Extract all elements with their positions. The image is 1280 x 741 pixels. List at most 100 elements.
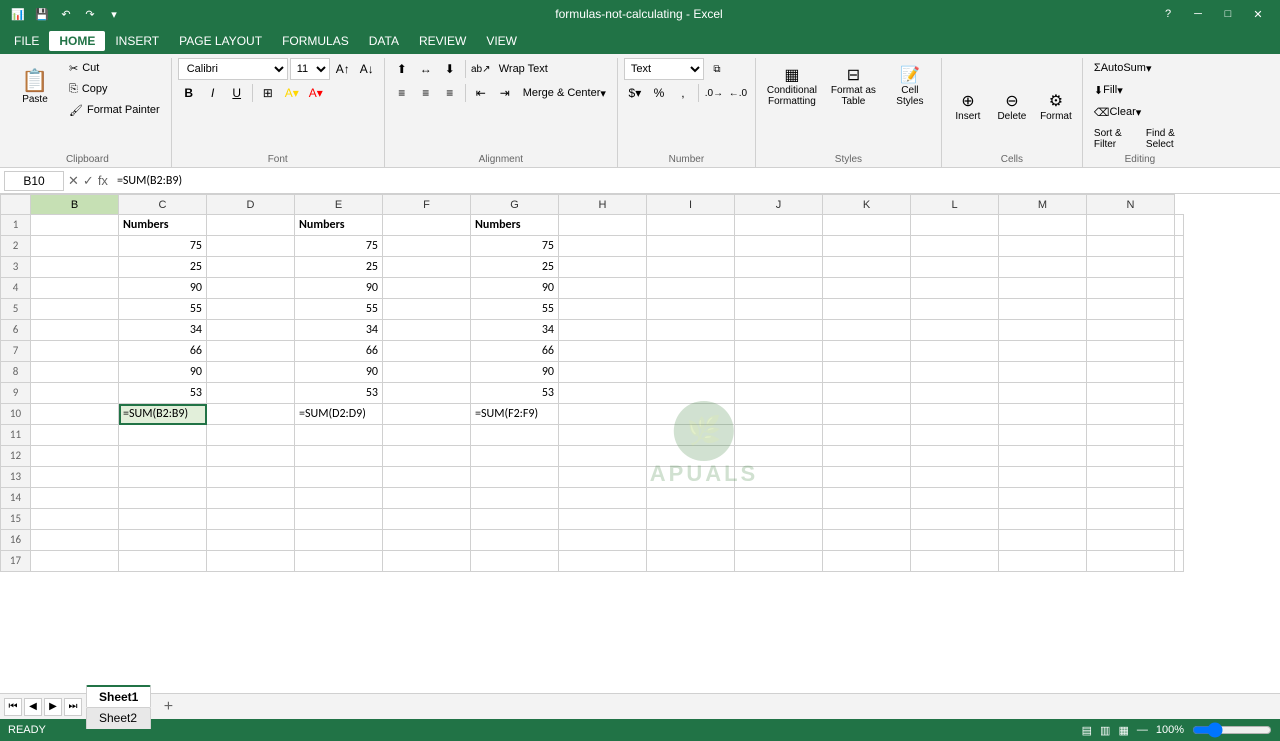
cell-K16[interactable] xyxy=(911,530,999,551)
menu-item-view[interactable]: VIEW xyxy=(476,31,527,51)
cell-I1[interactable] xyxy=(735,215,823,236)
cell-I7[interactable] xyxy=(735,341,823,362)
wrap-text-button[interactable]: Wrap Text xyxy=(494,59,553,79)
cell-D4[interactable]: 90 xyxy=(295,278,383,299)
cell-E2[interactable] xyxy=(383,236,471,257)
number-format-select[interactable]: Text General Number Currency Percentage xyxy=(624,58,704,80)
cell-M15[interactable] xyxy=(1087,509,1175,530)
cell-reference-box[interactable] xyxy=(4,171,64,191)
cell-F14[interactable] xyxy=(471,488,559,509)
cell-J6[interactable] xyxy=(823,320,911,341)
cell-L4[interactable] xyxy=(999,278,1087,299)
cell-H11[interactable] xyxy=(647,425,735,446)
cell-D8[interactable]: 90 xyxy=(295,362,383,383)
cell-D11[interactable] xyxy=(295,425,383,446)
col-header-c[interactable]: C xyxy=(119,195,207,215)
cell-F15[interactable] xyxy=(471,509,559,530)
cell-C12[interactable] xyxy=(207,446,295,467)
cell-H4[interactable] xyxy=(647,278,735,299)
decrease-font-button[interactable]: A↓ xyxy=(356,58,378,80)
row-number-8[interactable]: 8 xyxy=(1,362,31,383)
cell-L14[interactable] xyxy=(999,488,1087,509)
cell-I17[interactable] xyxy=(735,551,823,572)
cell-E10[interactable] xyxy=(383,404,471,425)
cell-D17[interactable] xyxy=(295,551,383,572)
insert-function-button[interactable]: fx xyxy=(98,173,108,188)
cell-C3[interactable] xyxy=(207,257,295,278)
cell-L17[interactable] xyxy=(999,551,1087,572)
cell-N14[interactable] xyxy=(1175,488,1184,509)
col-header-j[interactable]: J xyxy=(735,195,823,215)
formula-input[interactable] xyxy=(112,171,1276,191)
insert-button[interactable]: ⊕ Insert xyxy=(948,78,988,134)
autosum-button[interactable]: Σ AutoSum ▾ xyxy=(1089,58,1157,78)
cell-M1[interactable] xyxy=(1087,215,1175,236)
redo-icon[interactable]: ↷ xyxy=(80,4,100,24)
comma-button[interactable]: , xyxy=(672,82,694,104)
cell-J11[interactable] xyxy=(823,425,911,446)
cell-J13[interactable] xyxy=(823,467,911,488)
cell-L15[interactable] xyxy=(999,509,1087,530)
cell-F4[interactable]: 90 xyxy=(471,278,559,299)
format-button[interactable]: ⚙ Format xyxy=(1036,78,1076,134)
cell-D13[interactable] xyxy=(295,467,383,488)
cell-I11[interactable] xyxy=(735,425,823,446)
sort-filter-button[interactable]: Sort & Filter xyxy=(1089,124,1139,154)
cell-D6[interactable]: 34 xyxy=(295,320,383,341)
cell-A12[interactable] xyxy=(31,446,119,467)
cell-A16[interactable] xyxy=(31,530,119,551)
cell-K10[interactable] xyxy=(911,404,999,425)
cell-G1[interactable] xyxy=(559,215,647,236)
cell-E17[interactable] xyxy=(383,551,471,572)
cell-K8[interactable] xyxy=(911,362,999,383)
cell-G3[interactable] xyxy=(559,257,647,278)
cell-A9[interactable] xyxy=(31,383,119,404)
cell-N8[interactable] xyxy=(1175,362,1184,383)
col-header-n[interactable]: N xyxy=(1087,195,1175,215)
cell-L7[interactable] xyxy=(999,341,1087,362)
cell-H3[interactable] xyxy=(647,257,735,278)
cell-I16[interactable] xyxy=(735,530,823,551)
orientation-button[interactable]: ab↗ xyxy=(470,58,492,80)
cell-K4[interactable] xyxy=(911,278,999,299)
cell-B7[interactable]: 66 xyxy=(119,341,207,362)
cell-G11[interactable] xyxy=(559,425,647,446)
font-name-select[interactable]: Calibri Arial Times New Roman xyxy=(178,58,288,80)
cell-C16[interactable] xyxy=(207,530,295,551)
cell-A4[interactable] xyxy=(31,278,119,299)
align-top-button[interactable]: ⬆ xyxy=(391,58,413,80)
normal-view-button[interactable]: ▤ xyxy=(1082,724,1092,737)
quick-access-toolbar[interactable]: 📊 💾 ↶ ↷ ▾ xyxy=(8,4,124,24)
cell-E12[interactable] xyxy=(383,446,471,467)
row-number-2[interactable]: 2 xyxy=(1,236,31,257)
cell-L6[interactable] xyxy=(999,320,1087,341)
cell-G8[interactable] xyxy=(559,362,647,383)
row-number-17[interactable]: 17 xyxy=(1,551,31,572)
row-number-9[interactable]: 9 xyxy=(1,383,31,404)
cell-M11[interactable] xyxy=(1087,425,1175,446)
cell-D16[interactable] xyxy=(295,530,383,551)
cell-L13[interactable] xyxy=(999,467,1087,488)
cell-F12[interactable] xyxy=(471,446,559,467)
cell-B5[interactable]: 55 xyxy=(119,299,207,320)
cell-B12[interactable] xyxy=(119,446,207,467)
cell-L5[interactable] xyxy=(999,299,1087,320)
col-header-e[interactable]: E xyxy=(295,195,383,215)
cell-I5[interactable] xyxy=(735,299,823,320)
cell-K3[interactable] xyxy=(911,257,999,278)
cell-B15[interactable] xyxy=(119,509,207,530)
cell-A3[interactable] xyxy=(31,257,119,278)
cell-G4[interactable] xyxy=(559,278,647,299)
col-header-l[interactable]: L xyxy=(911,195,999,215)
number-expand-button[interactable]: ⧉ xyxy=(706,58,728,80)
confirm-formula-button[interactable]: ✓ xyxy=(83,173,94,189)
page-break-view-button[interactable]: ▦ xyxy=(1118,724,1128,737)
cell-C1[interactable] xyxy=(207,215,295,236)
cell-L10[interactable] xyxy=(999,404,1087,425)
cell-L3[interactable] xyxy=(999,257,1087,278)
fill-color-button[interactable]: A▾ xyxy=(281,82,303,104)
col-header-m[interactable]: M xyxy=(999,195,1087,215)
cell-C14[interactable] xyxy=(207,488,295,509)
cell-H13[interactable] xyxy=(647,467,735,488)
cell-D1[interactable]: Numbers xyxy=(295,215,383,236)
